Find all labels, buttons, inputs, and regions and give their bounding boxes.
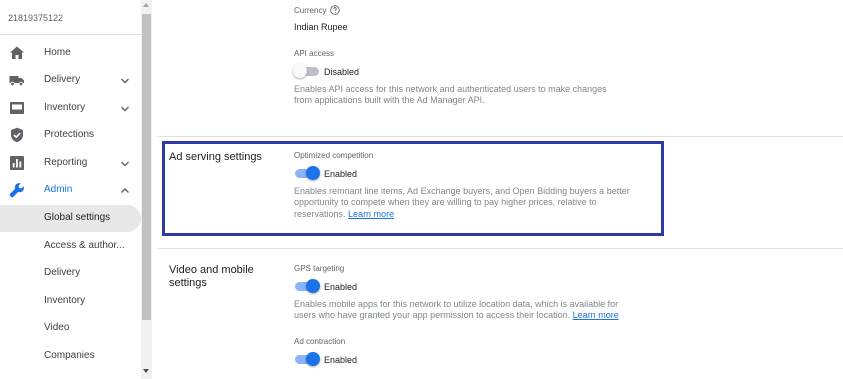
sidebar-scrollbar-thumb[interactable] (142, 14, 151, 320)
sidebar-divider (0, 34, 141, 35)
api-access-label: API access (294, 49, 335, 58)
currency-value: Indian Rupee (294, 22, 348, 32)
sidebar-item-label: Reporting (44, 157, 88, 168)
sidebar: 21819375122 Home Delivery Inventory Prot… (0, 0, 141, 379)
gps-targeting-toggle[interactable] (293, 279, 320, 293)
truck-icon (9, 76, 24, 87)
sidebar-subitem-companies[interactable]: Companies (0, 343, 141, 370)
sidebar-item-admin[interactable]: Admin (0, 177, 141, 204)
sidebar-subitem-label: Delivery (44, 267, 81, 278)
toggle-knob (306, 279, 320, 293)
sidebar-subitem-global-settings[interactable]: Global settings (0, 205, 141, 232)
wrench-icon (9, 183, 24, 198)
sidebar-subitem-label: Companies (44, 350, 95, 361)
sidebar-subitem-delivery[interactable]: Delivery (0, 260, 141, 287)
ad-contraction-toggle[interactable] (293, 352, 320, 366)
row-divider (157, 248, 843, 249)
gps-targeting-state: Enabled (324, 282, 358, 292)
sidebar-subitem-label: Global settings (44, 212, 111, 223)
sidebar-item-label: Home (44, 47, 71, 58)
chevron-up-icon[interactable] (119, 185, 131, 197)
sidebar-subitem-video[interactable]: Video (0, 315, 141, 342)
scroll-down-arrow-icon[interactable] (143, 369, 149, 373)
sidebar-subitem-label: Access & author... (44, 240, 125, 251)
sidebar-item-home[interactable]: Home (0, 40, 141, 67)
scroll-up-arrow-icon[interactable] (143, 3, 149, 7)
sidebar-item-delivery[interactable]: Delivery (0, 67, 141, 94)
sidebar-subitem-inventory[interactable]: Inventory (0, 288, 141, 315)
sidebar-subitem-label: Inventory (44, 295, 86, 306)
sidebar-subitem-label: Video (44, 322, 70, 333)
sidebar-item-inventory[interactable]: Inventory (0, 95, 141, 122)
bar-chart-icon (10, 156, 24, 170)
video-mobile-settings-title: Video and mobile settings (169, 264, 254, 289)
api-access-description: Enables API access for this network and … (294, 84, 607, 106)
sidebar-item-label: Protections (44, 129, 95, 140)
gps-targeting-label: GPS targeting (294, 264, 345, 273)
sidebar-item-label: Delivery (44, 74, 81, 85)
chevron-down-icon[interactable] (119, 103, 131, 115)
ad-contraction-state: Enabled (324, 355, 358, 365)
sidebar-item-reporting[interactable]: Reporting (0, 150, 141, 177)
home-icon (10, 46, 24, 59)
description-text: Enables mobile apps for this network to … (294, 299, 619, 321)
currency-label: Currency (294, 6, 327, 15)
chevron-down-icon[interactable] (119, 75, 131, 87)
learn-more-link[interactable]: Learn more (573, 310, 619, 320)
ad-contraction-label: Ad contraction (294, 337, 346, 346)
api-access-state: Disabled (324, 67, 360, 77)
api-access-toggle[interactable] (293, 64, 320, 78)
sidebar-item-label: Admin (44, 184, 73, 195)
sidebar-item-label: Inventory (44, 102, 86, 113)
network-id: 21819375122 (8, 13, 64, 23)
highlight-box (162, 141, 664, 236)
row-divider (157, 136, 843, 137)
chevron-down-icon[interactable] (119, 158, 131, 170)
toggle-knob (293, 64, 307, 78)
sidebar-item-protections[interactable]: Protections (0, 122, 141, 149)
help-icon[interactable] (330, 5, 340, 15)
gps-targeting-description: Enables mobile apps for this network to … (294, 299, 634, 322)
toggle-knob (306, 352, 320, 366)
shield-icon (11, 127, 23, 143)
inventory-icon (10, 102, 24, 114)
sidebar-subitem-access-authorization[interactable]: Access & author... (0, 233, 141, 260)
